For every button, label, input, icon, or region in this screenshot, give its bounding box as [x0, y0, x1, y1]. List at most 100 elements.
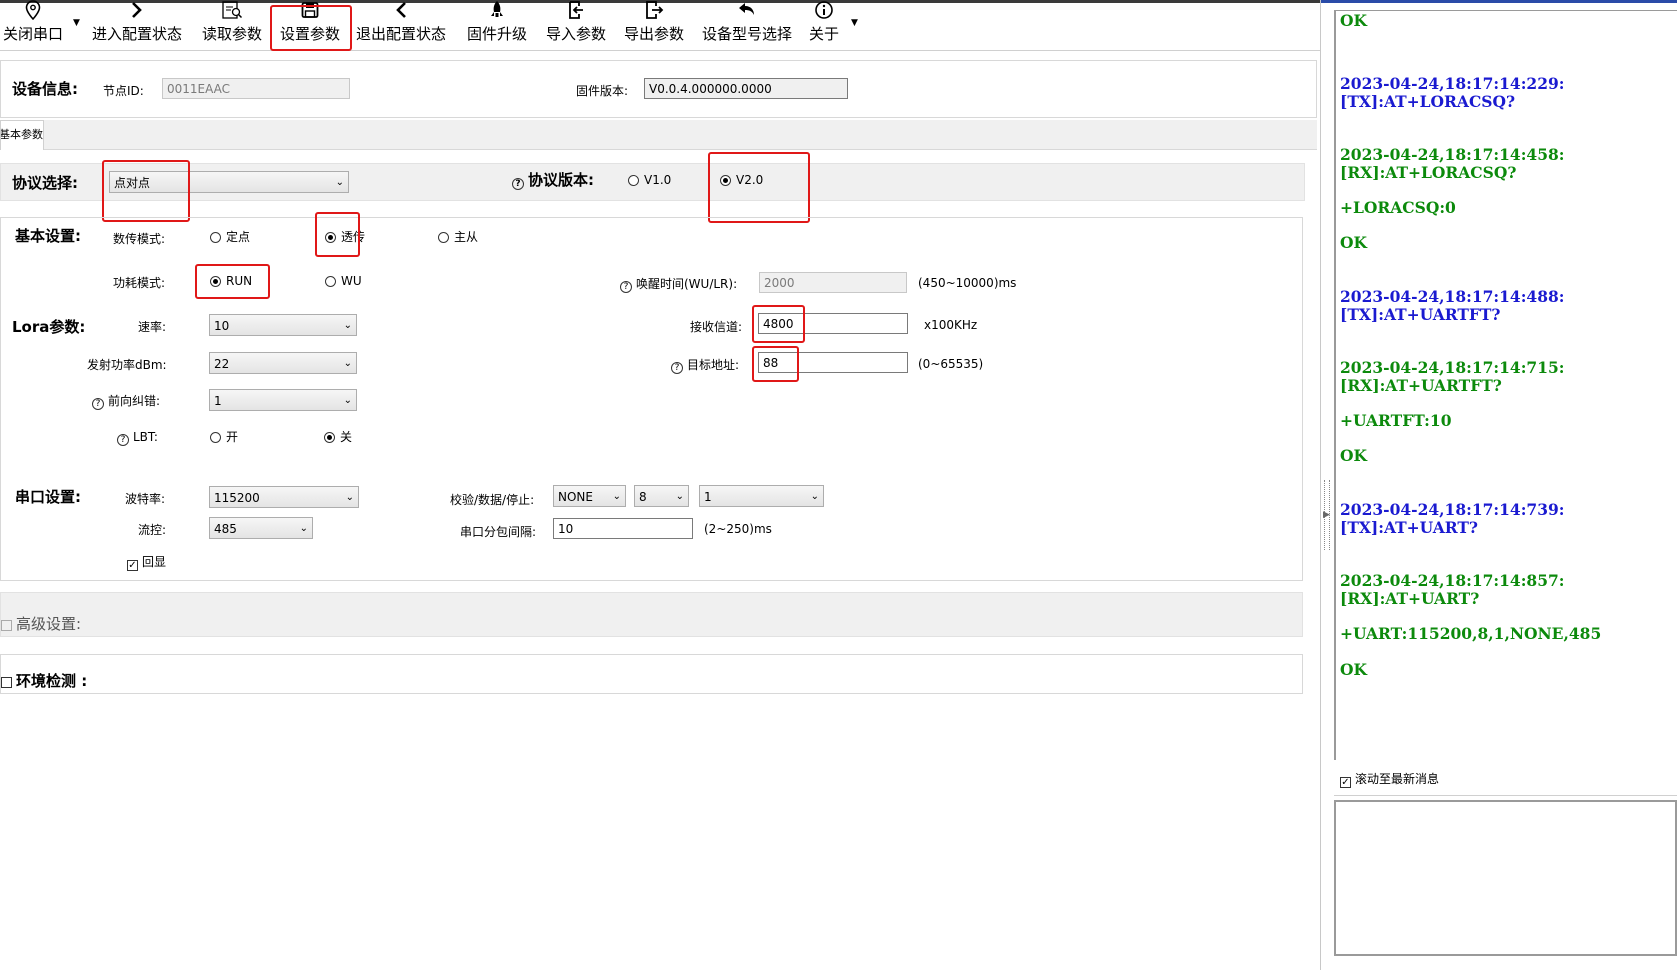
- log-line: 2023-04-24,18:17:14:739:: [1340, 500, 1565, 519]
- node-id-label: 节点ID:: [103, 84, 144, 98]
- device-info-title: 设备信息:: [12, 80, 78, 98]
- help-icon[interactable]: ?: [620, 281, 632, 293]
- protocol-version-label: ? 协议版本:: [512, 169, 594, 190]
- about-button[interactable]: 关于: [804, 0, 844, 50]
- protocol-v1-radio[interactable]: V1.0: [628, 172, 671, 188]
- rate-label: 速率:: [138, 320, 167, 334]
- advanced-checkbox[interactable]: 高级设置:: [1, 613, 81, 634]
- lbt-on-radio[interactable]: 开: [210, 429, 238, 445]
- env-checkbox[interactable]: 环境检测 :: [1, 670, 87, 691]
- log-line: OK: [1340, 233, 1367, 252]
- help-icon[interactable]: ?: [671, 362, 683, 374]
- mode-fixed-radio[interactable]: 定点: [210, 229, 250, 245]
- tab-basic-params[interactable]: 基本参数: [0, 120, 44, 150]
- highlight-version: [708, 152, 810, 223]
- checkbox-checked-icon: ✓: [127, 560, 138, 571]
- toolbar-divider: [0, 50, 1320, 51]
- tx-power-label: 发射功率dBm:: [87, 358, 167, 372]
- highlight-set-params: [270, 5, 352, 51]
- log-divider: [1334, 795, 1677, 796]
- power-label: 功耗模式:: [113, 276, 166, 290]
- wake-time-range: (450~10000)ms: [918, 276, 1017, 290]
- firmware-upgrade-button[interactable]: 固件升级: [462, 0, 532, 50]
- chevron-down-icon[interactable]: ▼: [73, 18, 80, 28]
- help-icon[interactable]: ?: [512, 178, 524, 190]
- flow-label: 流控:: [138, 523, 167, 537]
- fec-select[interactable]: 1 ⌄: [209, 389, 357, 411]
- baud-label: 波特率:: [125, 492, 166, 506]
- checkbox-icon: [1, 677, 12, 688]
- device-model-select-button[interactable]: 设备型号选择: [697, 0, 797, 50]
- chevron-down-icon: ⌄: [335, 177, 344, 188]
- interval-range: (2~250)ms: [704, 522, 772, 536]
- chevron-down-icon: ⌄: [343, 358, 352, 369]
- log-line: [RX]:AT+LORACSQ?: [1340, 163, 1517, 182]
- close-port-button[interactable]: 关闭串口: [0, 0, 66, 50]
- wake-time-label: ? 唤醒时间(WU/LR):: [620, 275, 737, 293]
- location-pin-icon: [0, 0, 66, 24]
- log-panel[interactable]: OK 2023-04-24,18:17:14:229: [TX]:AT+LORACS…: [1334, 10, 1677, 760]
- help-icon[interactable]: ?: [117, 434, 129, 446]
- log-line: +UART:115200,8,1,NONE,485: [1340, 624, 1602, 643]
- chevron-down-icon: ⌄: [612, 491, 621, 502]
- interval-label: 串口分包间隔:: [460, 525, 537, 539]
- radio-icon: [628, 175, 639, 186]
- log-line: +LORACSQ:0: [1340, 198, 1456, 217]
- undo-arrow-icon: [697, 0, 797, 24]
- rx-channel-label: 接收信道:: [690, 320, 743, 334]
- log-line: 2023-04-24,18:17:14:458:: [1340, 145, 1565, 164]
- mode-master-slave-radio[interactable]: 主从: [438, 229, 478, 245]
- target-addr-range: (0~65535): [918, 357, 984, 371]
- interval-field[interactable]: 10: [553, 518, 693, 539]
- log-line: 2023-04-24,18:17:14:229:: [1340, 74, 1565, 93]
- chevron-down-icon[interactable]: ▼: [851, 18, 858, 28]
- send-input-area[interactable]: [1334, 800, 1677, 956]
- log-line: [RX]:AT+UART?: [1340, 589, 1480, 608]
- rocket-icon: [462, 0, 532, 24]
- highlight-protocol: [102, 160, 190, 222]
- panel-splitter[interactable]: [1320, 0, 1321, 970]
- chevron-down-icon: ⌄: [343, 320, 352, 331]
- chevron-down-icon: ⌄: [810, 491, 819, 502]
- chevron-left-icon: [352, 0, 450, 24]
- node-id-field[interactable]: 0011EAAC: [162, 78, 350, 99]
- enter-config-button[interactable]: 进入配置状态: [87, 0, 187, 50]
- import-icon: [540, 0, 612, 24]
- checkbox-icon: [1, 620, 12, 631]
- log-line: [TX]:AT+UARTFT?: [1340, 305, 1501, 324]
- log-line: [RX]:AT+UARTFT?: [1340, 376, 1502, 395]
- power-wu-radio[interactable]: WU: [325, 273, 362, 289]
- baud-select[interactable]: 115200 ⌄: [209, 486, 359, 508]
- chevron-right-icon[interactable]: ▶: [1323, 510, 1330, 520]
- chevron-down-icon: ⌄: [299, 523, 308, 534]
- basic-settings-title: 基本设置:: [15, 227, 81, 245]
- toolbar: 关闭串口 ▼ 进入配置状态 读取参数 设置参数 退出配置状态 固件升级 导入参数…: [0, 0, 1320, 50]
- echo-checkbox[interactable]: ✓ 回显: [127, 553, 166, 571]
- rx-channel-unit: x100KHz: [924, 318, 978, 332]
- target-addr-label: ? 目标地址:: [671, 356, 739, 374]
- lbt-off-radio[interactable]: 关: [324, 429, 352, 445]
- data-bits-select[interactable]: 8 ⌄: [634, 485, 689, 507]
- exit-config-button[interactable]: 退出配置状态: [352, 0, 450, 50]
- advanced-band: [0, 592, 1303, 637]
- log-line: 2023-04-24,18:17:14:488:: [1340, 287, 1565, 306]
- title-bar-edge-right: [1320, 0, 1677, 3]
- mode-label: 数传模式:: [113, 232, 166, 246]
- flow-select[interactable]: 485 ⌄: [209, 517, 313, 539]
- scroll-latest-checkbox[interactable]: ✓ 滚动至最新消息: [1340, 770, 1439, 788]
- parity-select[interactable]: NONE ⌄: [553, 485, 626, 507]
- log-line: [TX]:AT+LORACSQ?: [1340, 92, 1516, 111]
- export-params-button[interactable]: 导出参数: [618, 0, 690, 50]
- highlight-mode: [315, 212, 360, 257]
- rate-select[interactable]: 10 ⌄: [209, 314, 357, 336]
- read-params-button[interactable]: 读取参数: [197, 0, 267, 50]
- lbt-label: ? LBT:: [117, 430, 158, 446]
- wake-time-field[interactable]: 2000: [759, 272, 907, 293]
- tx-power-select[interactable]: 22 ⌄: [209, 352, 357, 374]
- help-icon[interactable]: ?: [92, 398, 104, 410]
- import-params-button[interactable]: 导入参数: [540, 0, 612, 50]
- log-line: 2023-04-24,18:17:14:857:: [1340, 571, 1565, 590]
- firmware-field[interactable]: V0.0.4.000000.0000: [644, 78, 848, 99]
- checkbox-checked-icon: ✓: [1340, 777, 1351, 788]
- stop-bits-select[interactable]: 1 ⌄: [699, 485, 824, 507]
